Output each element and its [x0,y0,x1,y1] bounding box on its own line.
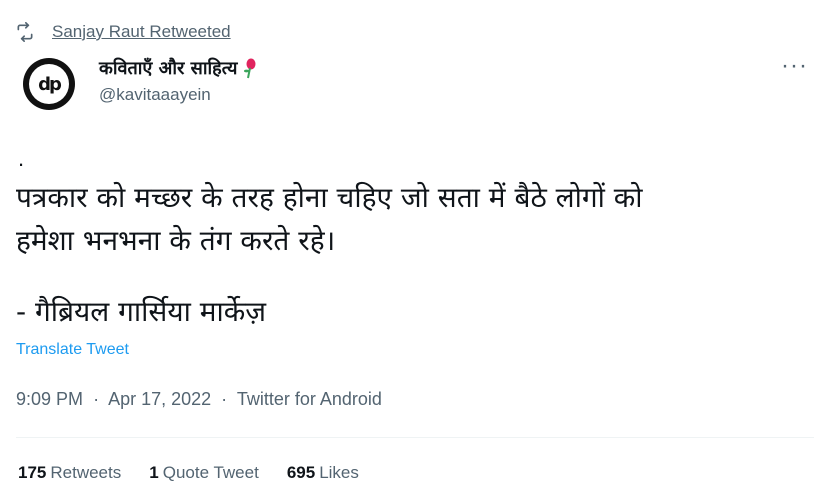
likes-count: 695 [286,463,316,482]
meta-separator: · [93,389,100,409]
translate-tweet-link[interactable]: Translate Tweet [16,341,129,359]
rose-icon [243,57,257,79]
divider [16,437,814,438]
quotes-label: Quote Tweet [162,463,259,482]
retweets-stat[interactable]: 175 Retweets [18,463,121,483]
retweet-context[interactable]: Sanjay Raut Retweeted [14,18,231,46]
tweet-text: पत्रकार को मच्छर के तरह होना चहिए जो सता… [16,176,806,262]
tweet-text-line-2: हमेशा भनभना के तंग करते रहे। [16,224,336,257]
retweets-label: Retweets [50,463,122,482]
tweet-time[interactable]: 9:09 PM [16,389,83,409]
tweet-dot: . [18,146,25,171]
tweet-stats: 175 Retweets 1 Quote Tweet 695 Likes [18,463,387,483]
author-display-name[interactable]: कविताएँ और साहित्य [99,56,257,80]
retweeted-by-link[interactable]: Sanjay Raut Retweeted [52,22,231,42]
likes-stat[interactable]: 695 Likes [287,463,359,483]
retweet-icon [14,20,38,44]
tweet-date[interactable]: Apr 17, 2022 [108,389,211,409]
author-name-text: कविताएँ और साहित्य [99,58,238,79]
avatar-logo: dp [29,64,69,104]
retweets-count: 175 [18,463,47,482]
tweet-text-line-1: पत्रकार को मच्छर के तरह होना चहिए जो सता… [16,181,643,214]
quotes-count: 1 [149,463,159,482]
author-handle[interactable]: @kavitaaayein [99,85,211,105]
likes-label: Likes [319,463,359,482]
more-options-icon[interactable]: ··· [781,52,808,80]
tweet-source[interactable]: Twitter for Android [237,389,382,409]
meta-separator: · [221,389,228,409]
avatar[interactable]: dp [23,58,75,110]
tweet-attribution: - गैब्रियल गार्सिया मार्केज़ [16,295,266,328]
tweet-metadata: 9:09 PM · Apr 17, 2022 · Twitter for And… [16,389,382,410]
quote-tweets-stat[interactable]: 1 Quote Tweet [149,463,259,483]
